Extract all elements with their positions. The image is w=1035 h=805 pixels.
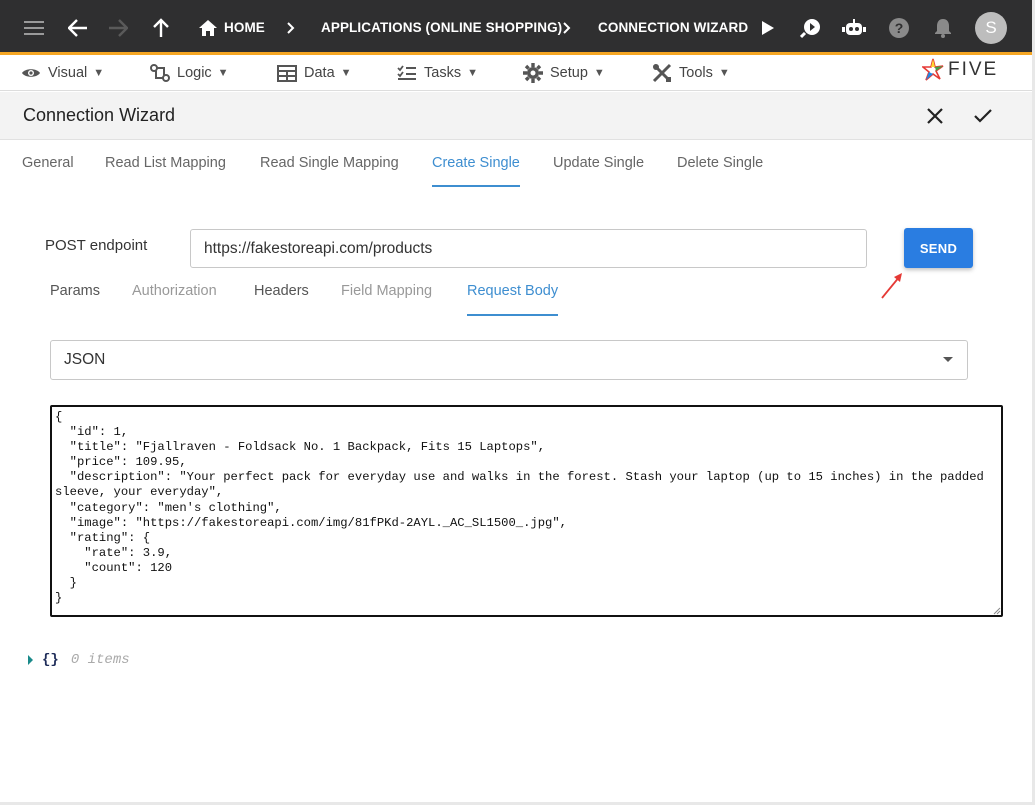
menu-data-label: Data — [304, 65, 335, 81]
hamburger-menu-icon[interactable] — [22, 0, 46, 55]
menu-tools-label: Tools — [679, 65, 713, 81]
home-icon[interactable] — [199, 0, 217, 55]
help-icon[interactable]: ? — [888, 0, 910, 55]
subtab-request-body[interactable]: Request Body — [467, 270, 559, 316]
tab-read-list-mapping[interactable]: Read List Mapping — [105, 141, 226, 187]
five-logo-icon — [922, 58, 944, 81]
eye-icon — [22, 69, 40, 77]
svg-text:?: ? — [895, 20, 904, 36]
check-icon — [974, 109, 992, 123]
subtab-headers[interactable]: Headers — [254, 270, 309, 316]
tab-update-single[interactable]: Update Single — [553, 141, 644, 187]
body-format-value: JSON — [64, 351, 106, 368]
play-icon[interactable] — [759, 0, 777, 55]
breadcrumb-home[interactable]: HOME — [224, 0, 265, 55]
menu-setup-label: Setup — [550, 65, 588, 81]
request-subtabs: Params Authorization Headers Field Mappi… — [0, 270, 1035, 316]
confirm-button[interactable] — [967, 100, 999, 132]
menu-bar: Visual ▼ Logic ▼ Data ▼ Tasks ▼ Setup ▼ Tools… — [0, 55, 1035, 91]
endpoint-input[interactable] — [190, 229, 867, 268]
subtab-authorization[interactable]: Authorization — [132, 270, 217, 316]
tab-create-single[interactable]: Create Single — [432, 141, 520, 187]
caret-down-icon — [943, 357, 953, 362]
bell-icon[interactable] — [933, 0, 953, 55]
table-icon — [277, 64, 297, 82]
top-bar: HOME APPLICATIONS (ONLINE SHOPPING) CONN… — [0, 0, 1035, 55]
menu-logic[interactable]: Logic ▼ — [150, 55, 229, 91]
send-button[interactable]: SEND — [904, 228, 973, 268]
request-body-editor[interactable]: { "id": 1, "title": "Fjallraven - Foldsa… — [50, 405, 1003, 617]
wizard-tabs: General Read List Mapping Read Single Ma… — [0, 141, 1035, 187]
menu-visual[interactable]: Visual ▼ — [21, 55, 104, 91]
menu-setup[interactable]: Setup ▼ — [523, 55, 605, 91]
checklist-icon — [397, 65, 416, 80]
menu-tasks-label: Tasks — [424, 65, 462, 81]
menu-visual-label: Visual — [48, 65, 88, 81]
resize-handle-icon[interactable] — [993, 607, 1001, 615]
breadcrumb-application[interactable]: APPLICATIONS (ONLINE SHOPPING) — [321, 0, 562, 55]
body-format-select[interactable]: JSON — [50, 340, 968, 380]
tree-braces: {} — [42, 652, 59, 668]
wrench-icon — [652, 63, 672, 83]
expand-caret-icon[interactable] — [28, 655, 33, 665]
gear-icon — [523, 63, 543, 83]
chevron-right-icon — [284, 0, 298, 55]
avatar[interactable]: S — [975, 12, 1007, 44]
five-logo: FIVE — [922, 57, 998, 83]
title-bar: Connection Wizard — [0, 92, 1035, 140]
menu-data[interactable]: Data ▼ — [277, 55, 352, 91]
tab-read-single-mapping[interactable]: Read Single Mapping — [260, 141, 399, 187]
tree-item-count: 0 items — [70, 652, 130, 668]
tab-delete-single[interactable]: Delete Single — [677, 141, 763, 187]
response-tree[interactable]: {} 0 items — [28, 650, 130, 670]
up-arrow-icon[interactable] — [150, 0, 172, 55]
close-icon — [927, 108, 943, 124]
menu-logic-label: Logic — [177, 65, 212, 81]
back-arrow-icon[interactable] — [66, 0, 90, 55]
close-button[interactable] — [919, 100, 951, 132]
search-play-icon[interactable] — [800, 0, 822, 55]
forward-arrow-icon[interactable] — [106, 0, 130, 55]
endpoint-label: POST endpoint — [45, 237, 148, 254]
menu-tasks[interactable]: Tasks ▼ — [397, 55, 478, 91]
subtab-params[interactable]: Params — [50, 270, 100, 316]
subtab-field-mapping[interactable]: Field Mapping — [341, 270, 432, 316]
flow-icon — [150, 64, 170, 82]
page-title: Connection Wizard — [23, 105, 176, 125]
five-logo-text: FIVE — [948, 59, 999, 80]
chevron-right-icon — [560, 0, 574, 55]
bot-icon[interactable] — [842, 0, 866, 55]
breadcrumb-current: CONNECTION WIZARD — [598, 20, 749, 35]
tab-general[interactable]: General — [22, 141, 74, 187]
menu-tools[interactable]: Tools ▼ — [652, 55, 730, 91]
